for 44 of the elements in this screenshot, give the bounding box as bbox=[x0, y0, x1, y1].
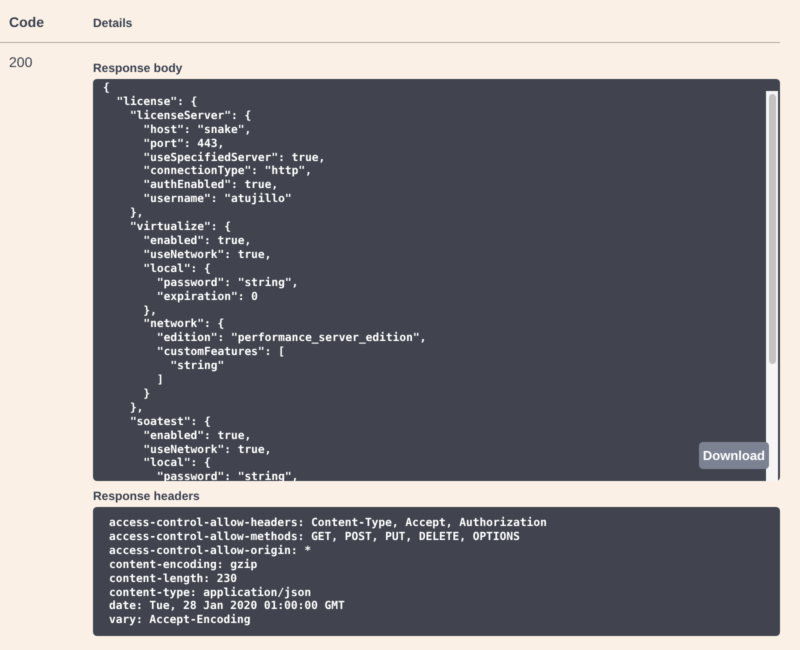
header-line: content-type: application/json bbox=[109, 586, 312, 600]
code-line: "customFeatures": [ bbox=[156, 345, 285, 360]
column-header: Code bbox=[8, 14, 45, 30]
code-line: "virtualize": { bbox=[128, 220, 231, 234]
code-line: "connectionType": "http", bbox=[142, 164, 312, 178]
code-line: }, bbox=[142, 304, 157, 318]
code-line: "soatest": { bbox=[128, 414, 211, 429]
code-line: "licenseServer": { bbox=[128, 108, 252, 123]
header-line: content-length: 230 bbox=[109, 572, 237, 586]
header-line: date: Tue, 28 Jan 2020 01:00:00 GMT bbox=[109, 599, 345, 614]
code-line: "license": { bbox=[115, 94, 198, 109]
code-line: { bbox=[103, 81, 110, 95]
header-line: access-control-allow-origin: * bbox=[109, 544, 312, 558]
section-label: Response headers bbox=[93, 489, 200, 503]
code-line: "edition": "performance_server_edition", bbox=[156, 331, 426, 346]
code-line: ] bbox=[156, 373, 164, 387]
header-line: content-encoding: gzip bbox=[109, 558, 258, 572]
code-line: "local": { bbox=[142, 262, 211, 276]
code-line: "local": { bbox=[142, 456, 211, 470]
header-line: vary: Accept-Encoding bbox=[109, 613, 250, 628]
header-line: access-control-allow-headers: Content-Type, Accept, Authorization bbox=[109, 516, 547, 530]
code-line: "useNetwork": true, bbox=[142, 442, 272, 456]
column-header: Details bbox=[93, 16, 132, 30]
code-line: }, bbox=[128, 206, 144, 220]
code-line: "authEnabled": true, bbox=[142, 178, 278, 192]
code-line: "expiration": 0 bbox=[156, 290, 258, 304]
code-line: "password": "string", bbox=[156, 470, 298, 484]
code-line: } bbox=[142, 386, 150, 401]
code-line: "string" bbox=[169, 359, 224, 374]
code-line: "useSpecifiedServer": true, bbox=[142, 150, 326, 164]
header-line: access-control-allow-methods: GET, POST, PUT, DELETE, OPTIONS bbox=[109, 530, 520, 544]
code-line: "network": { bbox=[142, 317, 224, 332]
download-button[interactable]: Download bbox=[698, 442, 769, 469]
code-line: "host": "snake", bbox=[142, 122, 252, 137]
code-line: "port": 443, bbox=[142, 136, 224, 151]
code-line: "enabled": true, bbox=[142, 428, 252, 443]
code-line: "password": "string", bbox=[156, 276, 298, 290]
code-line: "enabled": true, bbox=[142, 234, 252, 248]
code-line: "username": "atujillo" bbox=[142, 192, 292, 206]
code-line: }, bbox=[128, 400, 144, 415]
section-label: Response body bbox=[93, 61, 182, 75]
status-code: 200 bbox=[9, 54, 32, 70]
code-line: "useNetwork": true, bbox=[142, 248, 272, 262]
scrollbar-thumb[interactable] bbox=[769, 94, 776, 364]
